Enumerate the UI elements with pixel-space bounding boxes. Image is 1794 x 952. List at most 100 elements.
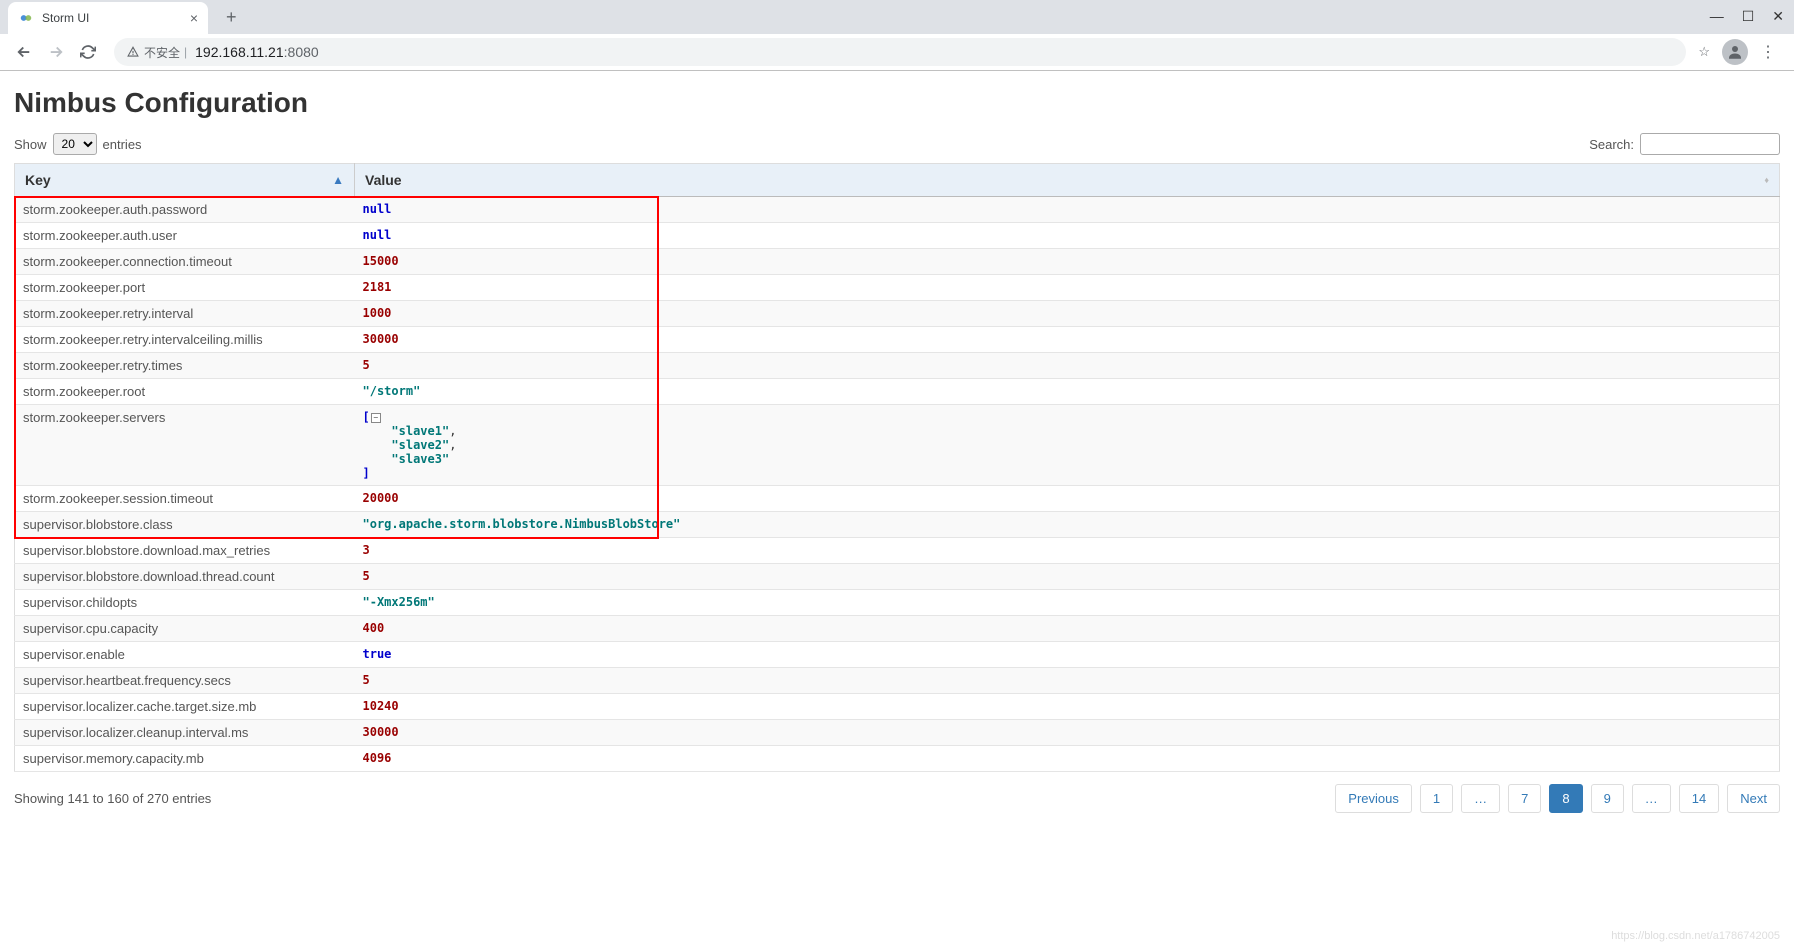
- pagination-page[interactable]: 1: [1420, 784, 1453, 813]
- security-text: 不安全: [144, 44, 180, 61]
- browser-chrome: Storm UI × + — ☐ ✕ 不安全 | 192.168.11.21:8…: [0, 0, 1794, 71]
- config-value: 5: [355, 668, 1780, 694]
- config-value: 30000: [355, 327, 1780, 353]
- kebab-menu-icon[interactable]: ⋮: [1752, 42, 1784, 62]
- search-label: Search:: [1589, 137, 1634, 152]
- pagination-next[interactable]: Next: [1727, 784, 1780, 813]
- table-row: storm.zookeeper.servers[− "slave1", "sla…: [15, 405, 1780, 486]
- collapse-toggle-icon[interactable]: −: [371, 413, 381, 423]
- config-key: supervisor.blobstore.download.max_retrie…: [15, 538, 355, 564]
- forward-button[interactable]: [42, 38, 70, 66]
- table-row: supervisor.blobstore.download.thread.cou…: [15, 564, 1780, 590]
- config-value: 1000: [355, 301, 1780, 327]
- url-text: 192.168.11.21:8080: [195, 44, 319, 60]
- config-key: supervisor.enable: [15, 642, 355, 668]
- sort-asc-icon: ▲: [332, 173, 344, 187]
- table-row: storm.zookeeper.connection.timeout15000: [15, 249, 1780, 275]
- tab-bar: Storm UI × + — ☐ ✕: [0, 0, 1794, 34]
- table-row: storm.zookeeper.root"/storm": [15, 379, 1780, 405]
- config-value: "org.apache.storm.blobstore.NimbusBlobSt…: [355, 512, 1780, 538]
- table-row: storm.zookeeper.retry.times5: [15, 353, 1780, 379]
- table-row: storm.zookeeper.auth.usernull: [15, 223, 1780, 249]
- config-value: true: [355, 642, 1780, 668]
- bookmark-star-icon[interactable]: ☆: [1698, 44, 1710, 60]
- showing-info: Showing 141 to 160 of 270 entries: [14, 791, 211, 806]
- pagination-page[interactable]: 8: [1549, 784, 1582, 813]
- table-row: storm.zookeeper.retry.interval1000: [15, 301, 1780, 327]
- config-key: supervisor.memory.capacity.mb: [15, 746, 355, 772]
- table-row: supervisor.heartbeat.frequency.secs5: [15, 668, 1780, 694]
- pagination-previous[interactable]: Previous: [1335, 784, 1412, 813]
- table-wrap: Key ▲ Value ♦ storm.zookeeper.auth.passw…: [14, 163, 1780, 772]
- table-row: storm.zookeeper.port2181: [15, 275, 1780, 301]
- sort-both-icon: ♦: [1764, 175, 1769, 185]
- separator: |: [184, 45, 187, 59]
- close-icon[interactable]: ×: [190, 10, 198, 26]
- minimize-icon[interactable]: —: [1710, 8, 1724, 25]
- config-value: 15000: [355, 249, 1780, 275]
- col-header-value[interactable]: Value ♦: [355, 164, 1780, 197]
- table-row: supervisor.localizer.cleanup.interval.ms…: [15, 720, 1780, 746]
- config-value: 400: [355, 616, 1780, 642]
- config-key: supervisor.blobstore.download.thread.cou…: [15, 564, 355, 590]
- config-value: 2181: [355, 275, 1780, 301]
- pagination-ellipsis: …: [1461, 784, 1500, 813]
- config-key: supervisor.cpu.capacity: [15, 616, 355, 642]
- table-row: storm.zookeeper.session.timeout20000: [15, 486, 1780, 512]
- show-entries: Show 20 entries: [14, 133, 142, 155]
- config-value: null: [355, 223, 1780, 249]
- table-row: supervisor.enabletrue: [15, 642, 1780, 668]
- reload-button[interactable]: [74, 38, 102, 66]
- table-controls: Show 20 entries Search:: [14, 133, 1780, 155]
- config-key: storm.zookeeper.auth.password: [15, 197, 355, 223]
- pagination-page[interactable]: 7: [1508, 784, 1541, 813]
- config-value: 5: [355, 564, 1780, 590]
- table-row: supervisor.localizer.cache.target.size.m…: [15, 694, 1780, 720]
- new-tab-button[interactable]: +: [218, 3, 245, 32]
- config-key: storm.zookeeper.retry.interval: [15, 301, 355, 327]
- table-row: supervisor.blobstore.download.max_retrie…: [15, 538, 1780, 564]
- config-value: "/storm": [355, 379, 1780, 405]
- config-key: storm.zookeeper.root: [15, 379, 355, 405]
- config-value: 10240: [355, 694, 1780, 720]
- search-input[interactable]: [1640, 133, 1780, 155]
- watermark: https://blog.csdn.net/a1786742005: [1611, 930, 1780, 942]
- table-row: storm.zookeeper.retry.intervalceiling.mi…: [15, 327, 1780, 353]
- close-window-icon[interactable]: ✕: [1772, 8, 1784, 25]
- config-key: supervisor.blobstore.class: [15, 512, 355, 538]
- config-key: storm.zookeeper.retry.times: [15, 353, 355, 379]
- maximize-icon[interactable]: ☐: [1742, 8, 1755, 25]
- security-warning: 不安全 |: [126, 44, 187, 61]
- pagination-page[interactable]: 14: [1679, 784, 1719, 813]
- entries-select[interactable]: 20: [53, 133, 97, 155]
- url-bar[interactable]: 不安全 | 192.168.11.21:8080: [114, 38, 1686, 66]
- entries-label: entries: [103, 137, 142, 152]
- browser-tab[interactable]: Storm UI ×: [8, 2, 208, 34]
- config-key: storm.zookeeper.connection.timeout: [15, 249, 355, 275]
- show-label: Show: [14, 137, 47, 152]
- col-header-key[interactable]: Key ▲: [15, 164, 355, 197]
- pagination-ellipsis: …: [1632, 784, 1671, 813]
- config-key: supervisor.localizer.cache.target.size.m…: [15, 694, 355, 720]
- profile-icon[interactable]: [1722, 39, 1748, 65]
- table-footer: Showing 141 to 160 of 270 entries Previo…: [14, 784, 1780, 813]
- search-box: Search:: [1589, 133, 1780, 155]
- config-value: 20000: [355, 486, 1780, 512]
- config-value: [− "slave1", "slave2", "slave3" ]: [355, 405, 1780, 486]
- storm-favicon-icon: [18, 10, 34, 26]
- config-key: storm.zookeeper.session.timeout: [15, 486, 355, 512]
- table-row: supervisor.cpu.capacity400: [15, 616, 1780, 642]
- table-row: storm.zookeeper.auth.passwordnull: [15, 197, 1780, 223]
- back-button[interactable]: [10, 38, 38, 66]
- config-value: 3: [355, 538, 1780, 564]
- pagination: Previous 1 … 789 … 14 Next: [1335, 784, 1780, 813]
- config-key: storm.zookeeper.retry.intervalceiling.mi…: [15, 327, 355, 353]
- config-key: storm.zookeeper.auth.user: [15, 223, 355, 249]
- config-value: null: [355, 197, 1780, 223]
- address-bar: 不安全 | 192.168.11.21:8080 ☆ ⋮: [0, 34, 1794, 70]
- pagination-page[interactable]: 9: [1591, 784, 1624, 813]
- config-value: 4096: [355, 746, 1780, 772]
- config-key: supervisor.heartbeat.frequency.secs: [15, 668, 355, 694]
- config-value: 30000: [355, 720, 1780, 746]
- page-title: Nimbus Configuration: [14, 87, 1780, 119]
